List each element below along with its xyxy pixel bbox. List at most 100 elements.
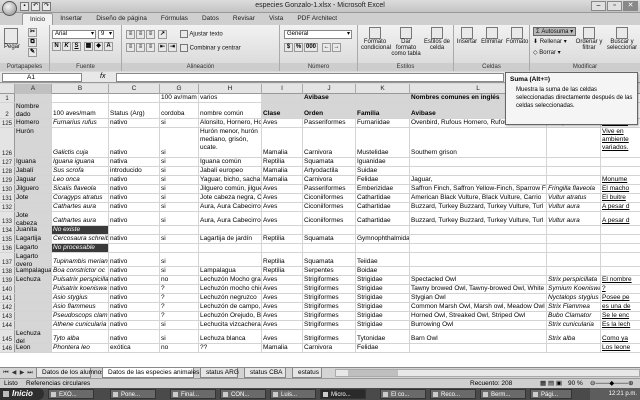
cell-l-128[interactable] xyxy=(410,167,547,175)
cell-h-128[interactable]: Jabalí europeo xyxy=(199,167,262,175)
italic-icon[interactable]: K xyxy=(62,42,71,51)
cell-g-133[interactable]: si xyxy=(160,212,199,225)
cell-a-138[interactable]: Lampalagua xyxy=(15,267,52,275)
cell-b-139[interactable]: Pulsatrix perspicilla xyxy=(52,276,109,284)
taskbar-button[interactable]: El co... xyxy=(380,389,426,399)
wrap-text-button[interactable]: Ajustar texto xyxy=(180,30,223,38)
cell-i-125[interactable]: Aves xyxy=(262,119,303,127)
sheet-tab[interactable]: status ARG xyxy=(200,368,239,378)
cell-b-136[interactable]: No procesable xyxy=(52,244,109,252)
cell-b-129[interactable]: Leo onca xyxy=(52,176,109,184)
cell-m-144[interactable]: Strix cunicularia xyxy=(547,321,601,329)
row-header[interactable]: 135 xyxy=(0,235,15,243)
cell-n-146[interactable]: Los leone xyxy=(601,344,640,352)
cell-h-129[interactable]: Yaguar, bicho, sacha xyxy=(199,176,262,184)
cell-a-126[interactable]: Hurón xyxy=(15,128,52,157)
row-header[interactable]: 140 xyxy=(0,285,15,293)
cell-a-143[interactable] xyxy=(15,312,52,320)
cell-b-142[interactable]: Asio flammeus xyxy=(52,303,109,311)
cell-l-126[interactable]: Southern grison xyxy=(410,128,547,157)
delete-cells-button[interactable]: Eliminar xyxy=(480,27,504,45)
cell-n-140[interactable]: ? xyxy=(601,285,640,293)
increase-decimal-icon[interactable]: ← xyxy=(322,43,331,52)
column-header[interactable]: I xyxy=(262,84,303,94)
cell-k-145[interactable]: Tytonidae xyxy=(356,330,410,343)
cell-c-137[interactable]: nativo xyxy=(109,253,160,266)
cell-h-140[interactable]: Lechuzón mocho chic xyxy=(199,285,262,293)
row-header[interactable]: 132 xyxy=(0,203,15,211)
cell-l-144[interactable]: Burrowing Owl xyxy=(410,321,547,329)
ribbon-tab[interactable]: Diseño de página xyxy=(89,13,154,25)
row-header[interactable]: 146 xyxy=(0,344,15,352)
row-header[interactable]: 141 xyxy=(0,294,15,302)
cell-j-143[interactable]: Strigiformes xyxy=(303,312,356,320)
cell-h-146[interactable]: ?? xyxy=(199,344,262,352)
cell-b-144[interactable]: Athene cunicularia xyxy=(52,321,109,329)
cell-j-132[interactable]: Ciconiiformes xyxy=(303,203,356,211)
cell-k-135[interactable]: Gymnophthalmidae xyxy=(356,235,410,243)
cell-n-135[interactable] xyxy=(601,235,640,243)
cell-k-131[interactable]: Cathartidae xyxy=(356,194,410,202)
cell-g-137[interactable]: si xyxy=(160,253,199,266)
column-header[interactable]: J xyxy=(303,84,356,94)
cell-m-132[interactable]: Vultur aura xyxy=(547,203,601,211)
row-header[interactable]: 127 xyxy=(0,158,15,166)
cell-j-131[interactable]: Ciconiiformes xyxy=(303,194,356,202)
paste-button[interactable]: Pegar xyxy=(4,28,20,50)
row-header[interactable]: 125 xyxy=(0,119,15,127)
row-header[interactable]: 128 xyxy=(0,167,15,175)
cell-m-127[interactable] xyxy=(547,158,601,166)
cell-m-140[interactable]: Syrnium Koeniswal xyxy=(547,285,601,293)
taskbar-button[interactable]: Micro... xyxy=(320,389,366,399)
bold-icon[interactable]: N xyxy=(52,42,61,51)
ribbon-tab[interactable]: PDF Architect xyxy=(290,13,344,25)
align-right-icon[interactable]: ≡ xyxy=(146,43,155,52)
font-color-icon[interactable]: A xyxy=(104,42,113,51)
cell-c-134[interactable] xyxy=(109,226,160,234)
cell-b-141[interactable]: Asio stygius xyxy=(52,294,109,302)
clear-button[interactable]: ◇ Borrar ▾ xyxy=(533,49,561,56)
ribbon-tab[interactable]: Vista xyxy=(262,13,290,25)
cell-l-137[interactable] xyxy=(410,253,547,266)
cell-c-127[interactable]: nativa xyxy=(109,158,160,166)
cell-n-128[interactable] xyxy=(601,167,640,175)
cell-g-129[interactable]: si xyxy=(160,176,199,184)
cell-k-146[interactable]: Felidae xyxy=(356,344,410,352)
cell-c-141[interactable]: nativo xyxy=(109,294,160,302)
align-bottom-icon[interactable]: ≡ xyxy=(146,30,155,39)
cell-j-134[interactable] xyxy=(303,226,356,234)
cell-m-131[interactable]: Vultur atratus xyxy=(547,194,601,202)
first-sheet-icon[interactable]: ⏮ xyxy=(2,369,10,377)
cell-g-146[interactable]: no xyxy=(160,344,199,352)
cell-c-133[interactable]: nativo xyxy=(109,212,160,225)
cell-k-128[interactable]: Suidae xyxy=(356,167,410,175)
cell-l-145[interactable]: Barn Owl xyxy=(410,330,547,343)
thousands-icon[interactable]: 000 xyxy=(304,43,318,52)
cell-b-140[interactable]: Pulsatrix koeniswa xyxy=(52,285,109,293)
copy-icon[interactable]: ⧉ xyxy=(28,38,37,47)
cell-j-142[interactable]: Strigiformes xyxy=(303,303,356,311)
cell-m-138[interactable] xyxy=(547,267,601,275)
cell-c-130[interactable]: nativo xyxy=(109,185,160,193)
cell-m-134[interactable] xyxy=(547,226,601,234)
cell-j-144[interactable]: Strigiformes xyxy=(303,321,356,329)
cell-j-130[interactable]: Passeriformes xyxy=(303,185,356,193)
cell-c-2[interactable]: Status (Arg) xyxy=(109,103,160,118)
cell-h-132[interactable]: Aura, Aura Cabecirro xyxy=(199,203,262,211)
cell-k-134[interactable] xyxy=(356,226,410,234)
cell-i-137[interactable]: Reptilia xyxy=(262,253,303,266)
cell-k-129[interactable]: Felidae xyxy=(356,176,410,184)
decrease-indent-icon[interactable]: ⇤ xyxy=(158,43,167,52)
cell-l-143[interactable]: Horned Owl, Streaked Owl, Striped Owl xyxy=(410,312,547,320)
taskbar-button[interactable]: Reco... xyxy=(430,389,476,399)
align-middle-icon[interactable]: ≡ xyxy=(136,30,145,39)
cell-j-139[interactable]: Strigiformes xyxy=(303,276,356,284)
cell-j-136[interactable] xyxy=(303,244,356,252)
cell-l-129[interactable]: Jaguar, xyxy=(410,176,547,184)
ribbon-tab[interactable]: Datos xyxy=(195,13,226,25)
row-header[interactable]: 138 xyxy=(0,267,15,275)
close-button[interactable]: ✕ xyxy=(623,1,638,11)
cell-i-126[interactable]: Mamalia xyxy=(262,128,303,157)
row-header[interactable]: 1 xyxy=(0,94,15,102)
cell-b-127[interactable]: Iguana iguana xyxy=(52,158,109,166)
